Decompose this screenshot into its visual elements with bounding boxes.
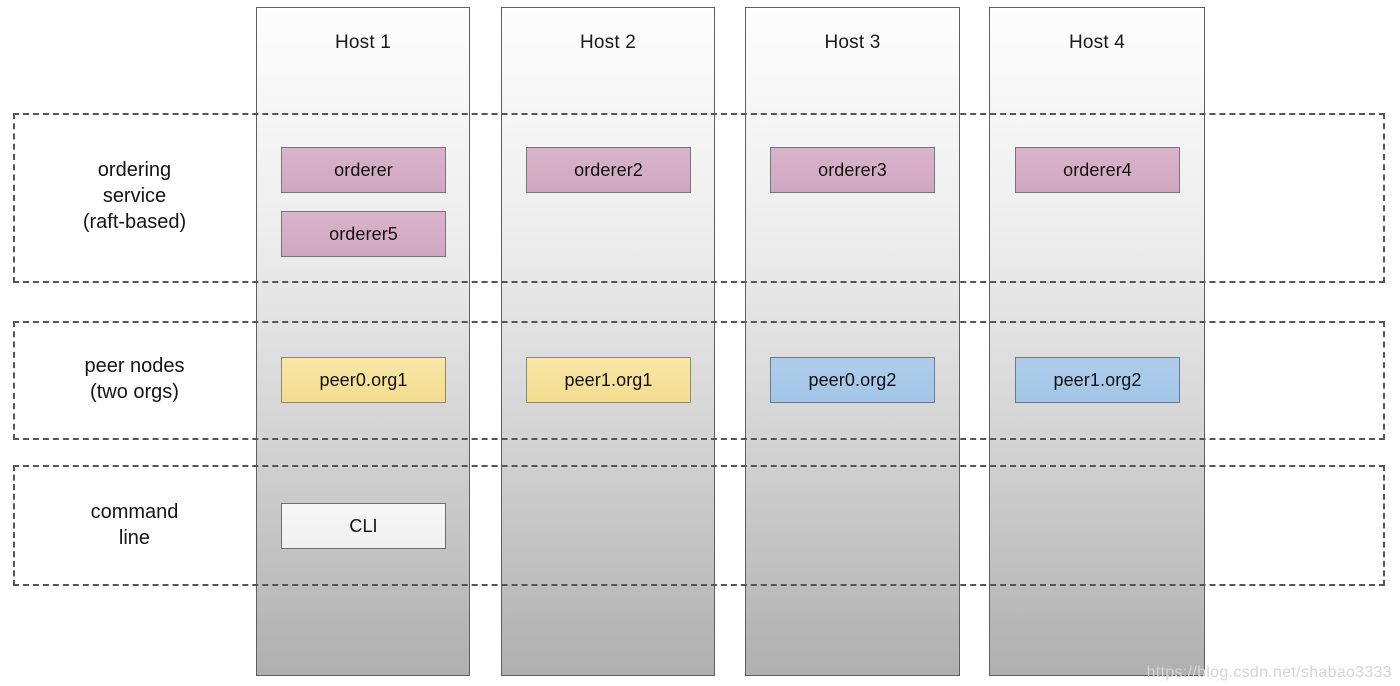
node-orderer4[interactable]: orderer4: [1015, 147, 1180, 193]
node-orderer2[interactable]: orderer2: [526, 147, 691, 193]
host-column-2: Host 2: [501, 7, 715, 676]
band-label-ordering-service: ordering service (raft-based): [82, 159, 187, 233]
host-column-3: Host 3: [745, 7, 960, 676]
host-column-4: Host 4: [989, 7, 1205, 676]
host-column-1: Host 1: [256, 7, 470, 676]
node-peer1-org2[interactable]: peer1.org2: [1015, 357, 1180, 403]
node-orderer5[interactable]: orderer5: [281, 211, 446, 257]
host-title-3: Host 3: [824, 32, 881, 53]
band-label-peer-nodes: peer nodes (two orgs): [84, 355, 185, 403]
node-peer0-org1[interactable]: peer0.org1: [281, 357, 446, 403]
diagram-canvas: Host 1 Host 2 Host 3 Host 4 ordering ser…: [0, 0, 1400, 686]
node-cli[interactable]: CLI: [281, 503, 446, 549]
node-orderer[interactable]: orderer: [281, 147, 446, 193]
node-orderer3[interactable]: orderer3: [770, 147, 935, 193]
band-label-command-line: command line: [90, 501, 179, 549]
node-peer1-org1[interactable]: peer1.org1: [526, 357, 691, 403]
host-title-2: Host 2: [579, 32, 637, 53]
watermark: https://blog.csdn.net/shabao3333: [1146, 664, 1392, 681]
host-title-1: Host 1: [334, 32, 392, 53]
host-title-4: Host 4: [1068, 32, 1126, 53]
node-peer0-org2[interactable]: peer0.org2: [770, 357, 935, 403]
